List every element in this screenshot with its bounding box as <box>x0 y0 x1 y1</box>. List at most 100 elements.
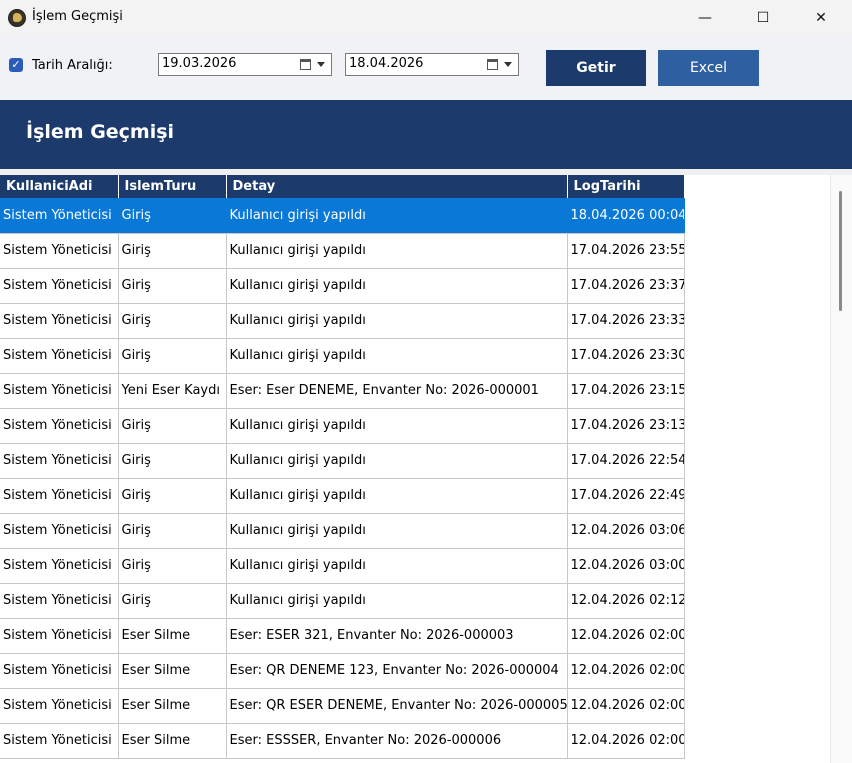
cell-kullaniciadi[interactable]: Sistem Yöneticisi <box>0 443 119 479</box>
cell-islemturu[interactable]: Giriş <box>118 478 227 514</box>
cell-logtarihi[interactable]: 12.04.2026 02:00 <box>567 618 685 654</box>
cell-logtarihi[interactable]: 12.04.2026 02:00 <box>567 653 685 689</box>
cell-logtarihi[interactable]: 12.04.2026 03:00 <box>567 548 685 584</box>
cell-detay[interactable]: Kullanıcı girişi yapıldı <box>226 198 568 234</box>
cell-islemturu[interactable]: Giriş <box>118 233 227 269</box>
cell-detay[interactable]: Eser: ESER 321, Envanter No: 2026-000003 <box>226 618 568 654</box>
cell-logtarihi[interactable]: 17.04.2026 23:37 <box>567 268 685 304</box>
table-row[interactable]: Sistem Yöneticisi Giriş Kullanıcı girişi y… <box>0 478 685 514</box>
table-row[interactable]: Sistem Yöneticisi Giriş Kullanıcı girişi y… <box>0 268 685 304</box>
table-row[interactable]: Sistem Yöneticisi Giriş Kullanıcı girişi y… <box>0 583 685 619</box>
table-row[interactable]: Sistem Yöneticisi Yeni Eser Kaydı Eser: Es… <box>0 373 685 409</box>
cell-kullaniciadi[interactable]: Sistem Yöneticisi <box>0 513 119 549</box>
excel-button[interactable]: Excel <box>658 50 759 86</box>
cell-islemturu[interactable]: Giriş <box>118 268 227 304</box>
get-button[interactable]: Getir <box>546 50 646 86</box>
cell-kullaniciadi[interactable]: Sistem Yöneticisi <box>0 688 119 724</box>
date-range-checkbox[interactable]: ✓ <box>9 58 23 72</box>
date-to-picker[interactable]: 18.04.2026 <box>345 53 519 76</box>
cell-logtarihi[interactable]: 17.04.2026 23:55 <box>567 233 685 269</box>
cell-logtarihi[interactable]: 17.04.2026 23:13 <box>567 408 685 444</box>
cell-islemturu[interactable]: Giriş <box>118 513 227 549</box>
cell-logtarihi[interactable]: 12.04.2026 02:12 <box>567 583 685 619</box>
cell-detay[interactable]: Kullanıcı girişi yapıldı <box>226 513 568 549</box>
cell-islemturu[interactable]: Giriş <box>118 583 227 619</box>
cell-kullaniciadi[interactable]: Sistem Yöneticisi <box>0 583 119 619</box>
table-row[interactable]: Sistem Yöneticisi Eser Silme Eser: QR ESER… <box>0 688 685 724</box>
table-row[interactable]: Sistem Yöneticisi Giriş Kullanıcı girişi y… <box>0 303 685 339</box>
cell-logtarihi[interactable]: 17.04.2026 22:49 <box>567 478 685 514</box>
cell-kullaniciadi[interactable]: Sistem Yöneticisi <box>0 233 119 269</box>
cell-islemturu[interactable]: Giriş <box>118 548 227 584</box>
cell-detay[interactable]: Eser: ESSSER, Envanter No: 2026-000006 <box>226 723 568 759</box>
scrollbar-thumb[interactable] <box>839 191 842 311</box>
cell-logtarihi[interactable]: 18.04.2026 00:04 <box>567 198 685 234</box>
cell-kullaniciadi[interactable]: Sistem Yöneticisi <box>0 478 119 514</box>
cell-logtarihi[interactable]: 17.04.2026 22:54 <box>567 443 685 479</box>
close-button[interactable]: ✕ <box>792 0 850 36</box>
cell-kullaniciadi[interactable]: Sistem Yöneticisi <box>0 303 119 339</box>
cell-detay[interactable]: Kullanıcı girişi yapıldı <box>226 233 568 269</box>
cell-logtarihi[interactable]: 17.04.2026 23:33 <box>567 303 685 339</box>
cell-islemturu[interactable]: Giriş <box>118 408 227 444</box>
cell-kullaniciadi[interactable]: Sistem Yöneticisi <box>0 408 119 444</box>
cell-islemturu[interactable]: Eser Silme <box>118 618 227 654</box>
cell-logtarihi[interactable]: 12.04.2026 03:06 <box>567 513 685 549</box>
table-row[interactable]: Sistem Yöneticisi Giriş Kullanıcı girişi y… <box>0 338 685 374</box>
cell-detay[interactable]: Eser: Eser DENEME, Envanter No: 2026-000… <box>226 373 568 409</box>
cell-kullaniciadi[interactable]: Sistem Yöneticisi <box>0 198 119 234</box>
cell-islemturu[interactable]: Giriş <box>118 338 227 374</box>
cell-logtarihi[interactable]: 12.04.2026 02:00 <box>567 688 685 724</box>
cell-detay[interactable]: Eser: QR ESER DENEME, Envanter No: 2026-… <box>226 688 568 724</box>
cell-logtarihi[interactable]: 12.04.2026 02:00 <box>567 723 685 759</box>
cell-detay[interactable]: Kullanıcı girişi yapıldı <box>226 338 568 374</box>
cell-islemturu[interactable]: Eser Silme <box>118 653 227 689</box>
cell-kullaniciadi[interactable]: Sistem Yöneticisi <box>0 548 119 584</box>
cell-kullaniciadi[interactable]: Sistem Yöneticisi <box>0 268 119 304</box>
cell-kullaniciadi[interactable]: Sistem Yöneticisi <box>0 373 119 409</box>
table-header-row: KullaniciAdi IslemTuru Detay LogTarihi <box>0 175 685 198</box>
cell-kullaniciadi[interactable]: Sistem Yöneticisi <box>0 653 119 689</box>
cell-logtarihi[interactable]: 17.04.2026 23:15 <box>567 373 685 409</box>
table-row[interactable]: Sistem Yöneticisi Eser Silme Eser: ESER 32… <box>0 618 685 654</box>
vertical-scrollbar[interactable] <box>830 175 852 763</box>
column-header-detay[interactable]: Detay <box>226 175 568 198</box>
cell-islemturu[interactable]: Yeni Eser Kaydı <box>118 373 227 409</box>
table-row[interactable]: Sistem Yöneticisi Giriş Kullanıcı girişi y… <box>0 408 685 444</box>
cell-detay[interactable]: Kullanıcı girişi yapıldı <box>226 548 568 584</box>
table-row[interactable]: Sistem Yöneticisi Giriş Kullanıcı girişi y… <box>0 548 685 584</box>
table-row[interactable]: Sistem Yöneticisi Eser Silme Eser: QR DENE… <box>0 653 685 689</box>
cell-islemturu[interactable]: Eser Silme <box>118 688 227 724</box>
cell-logtarihi[interactable]: 17.04.2026 23:30 <box>567 338 685 374</box>
cell-islemturu[interactable]: Eser Silme <box>118 723 227 759</box>
table-row[interactable]: Sistem Yöneticisi Giriş Kullanıcı girişi y… <box>0 198 685 234</box>
column-header-logtarihi[interactable]: LogTarihi <box>567 175 685 198</box>
cell-kullaniciadi[interactable]: Sistem Yöneticisi <box>0 723 119 759</box>
column-header-islemturu[interactable]: IslemTuru <box>118 175 227 198</box>
cell-detay[interactable]: Kullanıcı girişi yapıldı <box>226 583 568 619</box>
window-title: İşlem Geçmişi <box>32 9 123 24</box>
cell-kullaniciadi[interactable]: Sistem Yöneticisi <box>0 618 119 654</box>
title-bar: İşlem Geçmişi — ☐ ✕ <box>0 0 852 36</box>
chevron-down-icon <box>317 62 325 67</box>
cell-detay[interactable]: Kullanıcı girişi yapıldı <box>226 408 568 444</box>
minimize-button[interactable]: — <box>676 0 734 36</box>
cell-islemturu[interactable]: Giriş <box>118 443 227 479</box>
table-row[interactable]: Sistem Yöneticisi Giriş Kullanıcı girişi y… <box>0 233 685 269</box>
maximize-button[interactable]: ☐ <box>734 0 792 36</box>
cell-detay[interactable]: Kullanıcı girişi yapıldı <box>226 303 568 339</box>
log-grid[interactable]: KullaniciAdi IslemTuru Detay LogTarihi S… <box>0 175 830 763</box>
cell-detay[interactable]: Eser: QR DENEME 123, Envanter No: 2026-0… <box>226 653 568 689</box>
cell-islemturu[interactable]: Giriş <box>118 303 227 339</box>
table-row[interactable]: Sistem Yöneticisi Eser Silme Eser: ESSSER,… <box>0 723 685 759</box>
cell-detay[interactable]: Kullanıcı girişi yapıldı <box>226 443 568 479</box>
table-row[interactable]: Sistem Yöneticisi Giriş Kullanıcı girişi y… <box>0 443 685 479</box>
column-header-kullaniciadi[interactable]: KullaniciAdi <box>0 175 119 198</box>
cell-kullaniciadi[interactable]: Sistem Yöneticisi <box>0 338 119 374</box>
cell-detay[interactable]: Kullanıcı girişi yapıldı <box>226 268 568 304</box>
cell-islemturu[interactable]: Giriş <box>118 198 227 234</box>
cell-detay[interactable]: Kullanıcı girişi yapıldı <box>226 478 568 514</box>
table-row[interactable]: Sistem Yöneticisi Giriş Kullanıcı girişi y… <box>0 513 685 549</box>
calendar-icon <box>300 59 311 70</box>
date-from-picker[interactable]: 19.03.2026 <box>158 53 332 76</box>
